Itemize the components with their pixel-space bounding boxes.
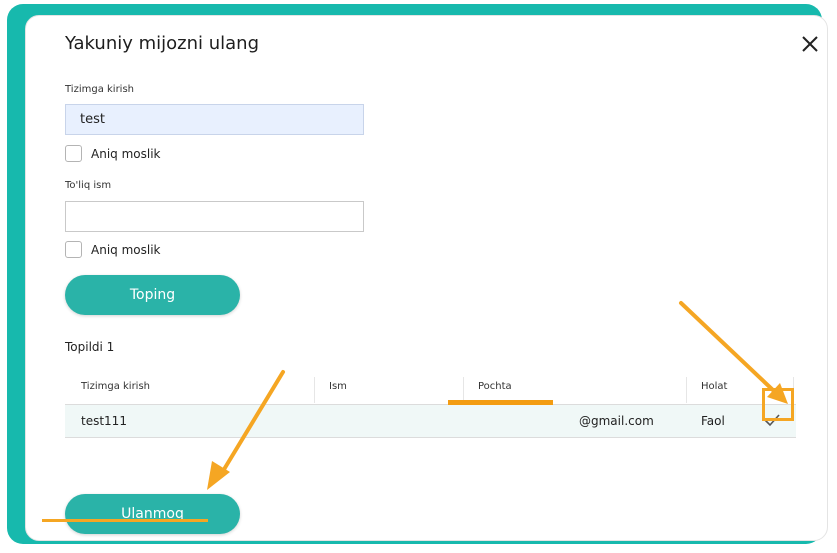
dialog-title: Yakuniy mijozni ulang bbox=[65, 33, 260, 54]
login-label: Tizimga kirish bbox=[65, 84, 135, 95]
column-header-name: Ism bbox=[329, 381, 347, 392]
table-header: Tizimga kirish Ism Pochta Holat bbox=[65, 371, 796, 405]
exact-match-login-checkbox[interactable] bbox=[65, 145, 82, 162]
fullname-input[interactable] bbox=[65, 201, 364, 232]
close-icon[interactable] bbox=[798, 32, 822, 56]
row-email: @gmail.com bbox=[579, 414, 654, 428]
fullname-label: To'liq ism bbox=[65, 180, 112, 191]
login-input[interactable] bbox=[65, 104, 364, 135]
row-status: Faol bbox=[701, 414, 725, 428]
column-header-status: Holat bbox=[701, 381, 728, 392]
column-header-login: Tizimga kirish bbox=[81, 381, 151, 392]
connect-client-dialog: Yakuniy mijozni ulang Tizimga kirish Ani… bbox=[25, 15, 828, 541]
column-divider bbox=[793, 377, 794, 403]
exact-match-login-checkbox-row[interactable]: Aniq moslik bbox=[65, 145, 160, 162]
exact-match-login-label: Aniq moslik bbox=[91, 146, 161, 161]
annotation-underline bbox=[42, 519, 208, 522]
column-divider bbox=[314, 377, 315, 403]
table-row[interactable]: test111 @gmail.com Faol bbox=[65, 405, 796, 438]
row-login: test111 bbox=[81, 414, 127, 428]
found-count: Topildi 1 bbox=[65, 340, 115, 354]
column-header-email: Pochta bbox=[478, 381, 512, 392]
column-divider bbox=[686, 377, 687, 403]
connect-button[interactable]: Ulanmoq bbox=[65, 494, 240, 534]
select-checkmark-icon[interactable] bbox=[756, 404, 788, 436]
search-button[interactable]: Toping bbox=[65, 275, 240, 315]
exact-match-fullname-checkbox[interactable] bbox=[65, 241, 82, 258]
results-table: Tizimga kirish Ism Pochta Holat test111 … bbox=[65, 371, 796, 438]
exact-match-fullname-label: Aniq moslik bbox=[91, 242, 161, 257]
exact-match-fullname-checkbox-row[interactable]: Aniq moslik bbox=[65, 241, 160, 258]
redaction-mark bbox=[448, 400, 553, 405]
